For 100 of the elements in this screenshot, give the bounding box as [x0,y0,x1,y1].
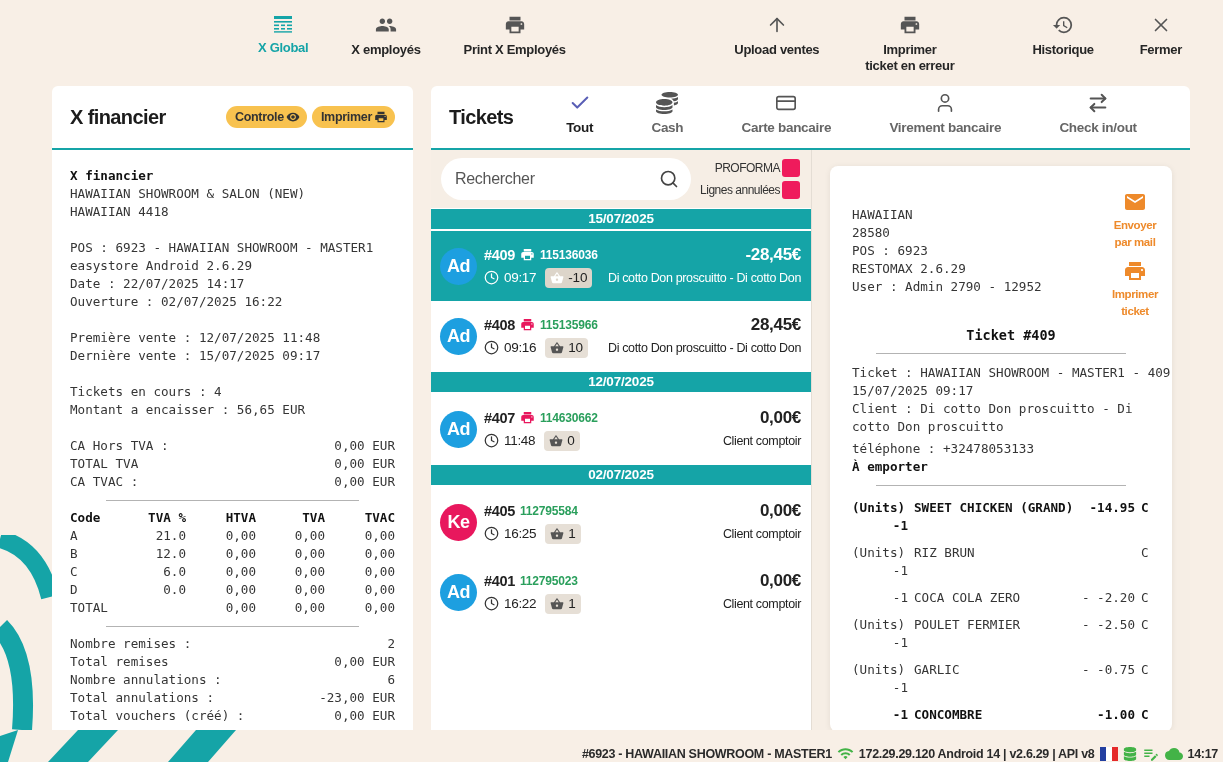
clock-icon [484,433,499,448]
control-button[interactable]: Controle [225,106,307,128]
search-field[interactable]: Rechercher [441,158,691,200]
filter-tab[interactable]: Tout [560,86,600,148]
item-unit: (Units) [852,661,907,679]
filter-tab[interactable]: Carte bancaire [735,86,838,148]
ticket-amount: 0,00€ [759,500,801,521]
table-cell-text: 12.0 [154,545,186,563]
receipt-value: 0,00 EUR [334,473,395,491]
report-lines-icon [273,14,294,34]
item-count: 10 [568,340,583,355]
receipt-line: 15/07/2025 09:17 [852,382,975,400]
customer-name: Client comptoir [722,596,801,611]
receipt-title: X financier [70,167,155,185]
clock-icon [484,270,499,285]
toolbar-button[interactable]: Imprimer ticket en erreur [857,14,963,74]
receipt-label: CA TVAC : [70,473,140,491]
item-unit: (Units) [852,499,907,517]
receipt-line: téléphone : +32478053133 [852,440,1035,458]
ticket-reference: 115135966 [540,317,598,332]
receipt-value: 6 [386,671,395,689]
receipt-line: Tickets en cours : 4 [70,383,223,401]
item-price: - -2.20 [1081,589,1135,607]
receipt-value: 2 [386,635,395,653]
ticket-number: #405 [484,502,516,519]
clock-icon [484,340,499,355]
table-cell-text: 0,00 [224,563,256,581]
ticket-amount: 0,00€ [759,407,801,428]
user-avatar: Ad [440,573,477,611]
table-cell-text: TOTAL [70,599,109,617]
ticket-number: #408 [484,316,516,333]
item-price: - -2.50 [1081,616,1135,634]
item-quantity: -1 [891,634,908,652]
history-icon [1052,14,1075,36]
table-cell-text: 0,00 [363,527,395,545]
table-cell-text: 0,00 [363,545,395,563]
receipt-label: Total remises [70,653,170,671]
table-header: HTVA [224,509,256,527]
ticket-row[interactable]: Ad #409 115136036 -28,45€ 09:17 -10 Di cotto Don proscuitto - Di cotto Don [431,231,811,301]
ticket-number: #409 [484,246,516,263]
item-price: -14.95 [1088,499,1135,517]
table-cell-text: 0,00 [224,581,256,599]
panel-title: X financier [70,105,166,129]
ticket-amount: 0,00€ [759,570,801,591]
receipt-line: Client : Di cotto Don proscuitto - Di [852,400,1134,418]
table-cell-text: 0,00 [363,563,395,581]
table-header: TVA % [147,509,186,527]
basket-icon [550,340,565,355]
legend-label: Lignes annulées [700,183,780,197]
receipt-line: HAWAIIAN [852,206,914,224]
legend-label: PROFORMA [714,161,780,175]
legend-swatch-icon [782,159,800,177]
toolbar-button[interactable]: Print X Employés [455,14,574,58]
printer-icon [898,14,921,36]
receipt-line: Montant a encaisser : 56,65 EUR [70,401,307,419]
coins-icon [656,92,679,114]
toolbar-button[interactable]: Upload ventes [726,14,828,58]
database-icon [1122,746,1137,761]
receipt-line: Ouverture : 02/07/2025 16:22 [70,293,284,311]
customer-name: Client comptoir [722,526,801,541]
ticket-time: 11:48 [504,433,536,448]
item-price: -1.00 [1096,706,1135,724]
receipt-line: RESTOMAX 2.6.29 [852,260,967,278]
customer-name: Client comptoir [722,433,801,448]
table-cell-text: A [70,527,79,545]
receipt-label: Nombre annulations : [70,671,223,689]
toolbar-button[interactable]: Historique [1024,14,1102,58]
customer-name: Di cotto Don proscuitto - Di cotto Don [607,270,801,285]
toolbar-button[interactable]: Fermer [1131,14,1190,58]
customer-name: Di cotto Don proscuitto - Di cotto Don [607,340,801,355]
ticket-time: 16:22 [504,596,537,611]
table-header: TVA [301,509,325,527]
item-name: RIZ BRUN [914,544,976,562]
user-avatar: Ke [440,503,477,541]
filter-tab[interactable]: Virement bancaire [883,86,1008,148]
item-name: SWEET CHICKEN (GRAND) [914,499,1075,517]
item-count: 0 [567,433,575,448]
ticket-number: #407 [484,409,516,426]
table-cell-text: 0,00 [293,581,325,599]
date-header: 12/07/2025 [431,372,811,392]
table-cell-text: D [70,581,79,599]
print-button[interactable]: Imprimer [311,106,395,128]
legend-swatch-icon [782,181,800,199]
toolbar-button[interactable]: X employés [343,14,429,58]
table-cell-text: 0.0 [162,581,186,599]
receipt-label: TOTAL TVA [70,455,140,473]
filter-tab[interactable]: Check in/out [1053,86,1143,148]
filter-tab[interactable]: Cash [645,86,690,148]
receipt-value: 0,00 EUR [333,707,395,725]
ticket-reference: 115136036 [540,247,598,262]
receipt-label: Total annulations : [70,689,216,707]
ticket-time: 16:25 [504,526,537,541]
receipt-label: CA Hors TVA : [70,437,170,455]
table-cell-text: 21.0 [154,527,186,545]
item-tax-code: C [1141,544,1150,562]
table-cell-text: 0,00 [293,545,325,563]
item-quantity: -1 [891,706,908,724]
item-unit: (Units) [852,616,907,634]
ticket-time: 09:16 [504,340,537,355]
ticket-amount: -28,45€ [745,244,801,265]
